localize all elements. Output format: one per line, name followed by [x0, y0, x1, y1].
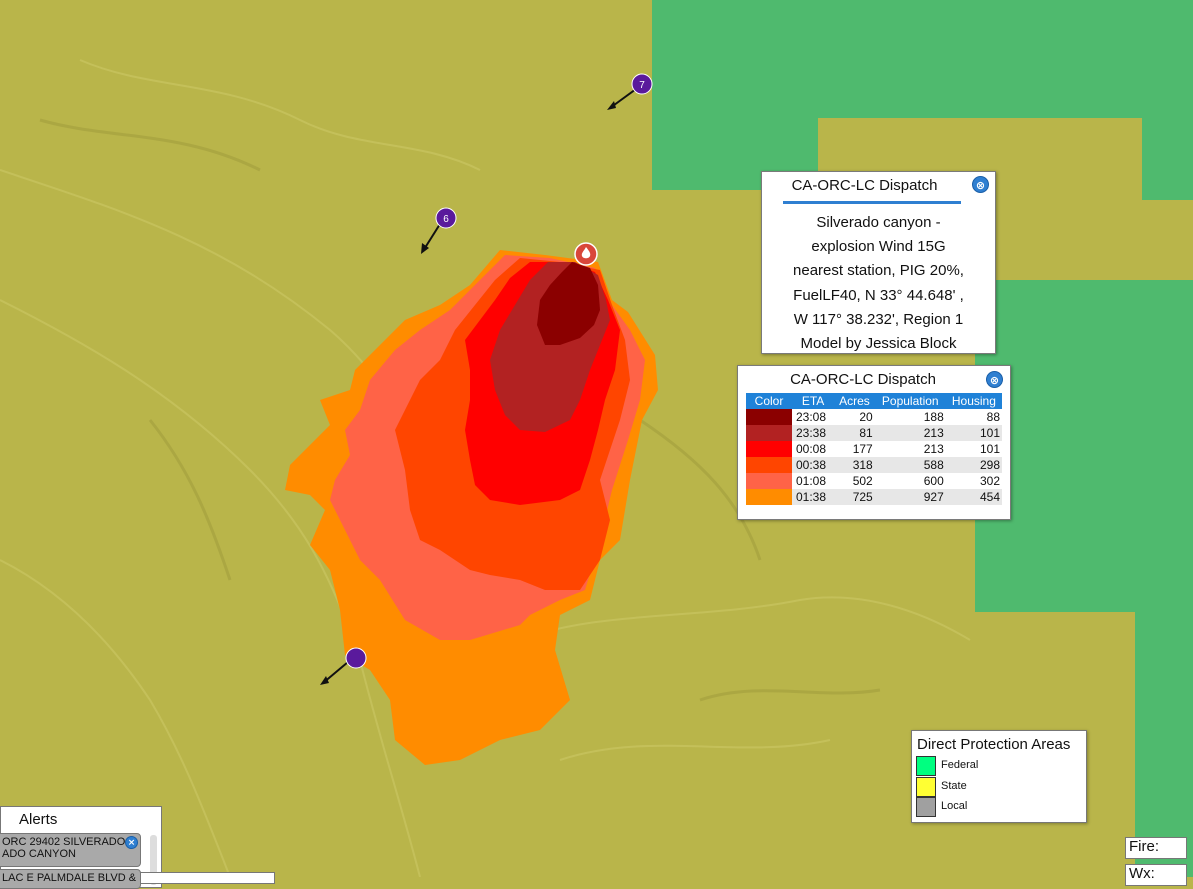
color-swatch — [746, 489, 792, 505]
cell-eta: 23:38 — [792, 425, 835, 441]
legend-swatch — [916, 777, 936, 797]
cell-population: 188 — [923, 410, 944, 424]
table-header-row: Color ETA Acres Population Housing — [746, 393, 1002, 409]
cell-acres: 20 — [859, 410, 873, 424]
dispatch-info-popup: CA-ORC-LC Dispatch ⊗ Silverado canyon - … — [761, 171, 996, 354]
table-row: 23:38 81 213 101 — [746, 425, 1002, 441]
legend-label: State — [941, 780, 967, 792]
close-circle-icon[interactable]: × — [125, 836, 138, 849]
cell-eta: 00:08 — [796, 442, 827, 456]
color-swatch — [746, 425, 792, 441]
cell-housing: 101 — [979, 442, 1000, 456]
legend-label: Federal — [941, 759, 979, 771]
protection-areas-legend: Direct Protection Areas Federal State Lo… — [911, 730, 1087, 823]
alert-text: ADO CANYON — [2, 848, 76, 860]
table-row: 01:08 502 600 302 — [746, 473, 1002, 489]
wx-status-label: Wx: — [1129, 865, 1155, 882]
cell-housing: 298 — [945, 457, 1002, 473]
cell-acres: 318 — [834, 457, 875, 473]
cell-population: 600 — [923, 474, 944, 488]
alert-item[interactable]: LAC E PALMDALE BLVD & — [0, 869, 141, 889]
description-line: Silverado canyon - — [816, 214, 941, 231]
alerts-title: Alerts — [19, 811, 58, 828]
alerts-panel: Alerts ORC 29402 SILVERADO ADO CANYON × … — [0, 806, 162, 889]
cell-population: 213 — [874, 425, 946, 441]
column-header: Acres — [834, 393, 875, 409]
description-line: Model by Jessica Block — [800, 335, 957, 353]
fire-status-box[interactable]: Fire: — [1125, 837, 1187, 859]
alert-text: LAC E PALMDALE BLVD & — [2, 872, 137, 884]
wind-marker-label: 7 — [639, 80, 645, 91]
color-swatch — [746, 409, 792, 425]
wind-marker-circle[interactable] — [345, 647, 367, 669]
fire-spread-popup: CA-ORC-LC Dispatch ⊗ Color ETA Acres Pop… — [737, 365, 1011, 520]
description-line: nearest station, PIG 20%, — [793, 262, 964, 280]
alert-item[interactable]: ORC 29402 SILVERADO ADO CANYON × — [0, 833, 141, 867]
cell-housing: 101 — [945, 425, 1002, 441]
color-swatch — [746, 441, 792, 457]
column-header: Population — [874, 393, 946, 409]
description-line: W 117° 38.232', Region 1 — [793, 310, 964, 328]
popup-title-underline — [783, 201, 961, 204]
wx-status-box[interactable]: Wx: — [1125, 864, 1187, 886]
table-row: 00:08 177 213 101 — [746, 441, 1002, 457]
cell-acres: 177 — [852, 442, 873, 456]
cell-population: 213 — [923, 442, 944, 456]
cell-eta: 00:38 — [792, 457, 835, 473]
alert-text: ORC 29402 SILVERADO — [2, 836, 126, 848]
column-header: Housing — [945, 393, 1002, 409]
cell-acres: 725 — [834, 489, 875, 505]
close-circle-icon[interactable]: ⊗ — [986, 371, 1003, 388]
column-header: Color — [746, 393, 792, 409]
fire-origin-marker[interactable] — [574, 242, 598, 266]
legend-swatch — [916, 797, 936, 817]
legend-label: Local — [941, 800, 968, 812]
table-row: 00:38 318 588 298 — [746, 457, 1002, 473]
spread-table: Color ETA Acres Population Housing 23:08… — [746, 393, 1002, 505]
cell-housing: 302 — [979, 474, 1000, 488]
popup-title: CA-ORC-LC Dispatch — [791, 177, 938, 194]
cell-acres: 502 — [852, 474, 873, 488]
cell-eta: 23:08 — [796, 410, 827, 424]
description-line: explosion Wind 15G — [811, 238, 946, 256]
cell-housing: 88 — [986, 410, 1000, 424]
legend-title: Direct Protection Areas — [917, 736, 1071, 753]
bottom-panel-edge — [140, 872, 275, 884]
close-circle-icon[interactable]: ⊗ — [972, 176, 989, 193]
cell-population: 588 — [874, 457, 946, 473]
popup-description: Silverado canyon - explosion Wind 15G ne… — [762, 211, 995, 356]
cell-housing: 454 — [945, 489, 1002, 505]
table-row: 23:08 20 188 88 — [746, 409, 1002, 425]
legend-swatch — [916, 756, 936, 776]
color-swatch — [746, 473, 792, 489]
column-header: ETA — [792, 393, 835, 409]
popup-title: CA-ORC-LC Dispatch — [790, 371, 936, 388]
color-swatch — [746, 457, 792, 473]
cell-acres: 81 — [834, 425, 875, 441]
description-line: FuelLF40, N 33° 44.648' , — [793, 286, 964, 304]
cell-eta: 01:08 — [796, 474, 827, 488]
fire-status-label: Fire: — [1129, 838, 1159, 855]
wind-marker-label: 6 — [443, 214, 449, 225]
table-row: 01:38 725 927 454 — [746, 489, 1002, 505]
cell-population: 927 — [874, 489, 946, 505]
cell-eta: 01:38 — [792, 489, 835, 505]
